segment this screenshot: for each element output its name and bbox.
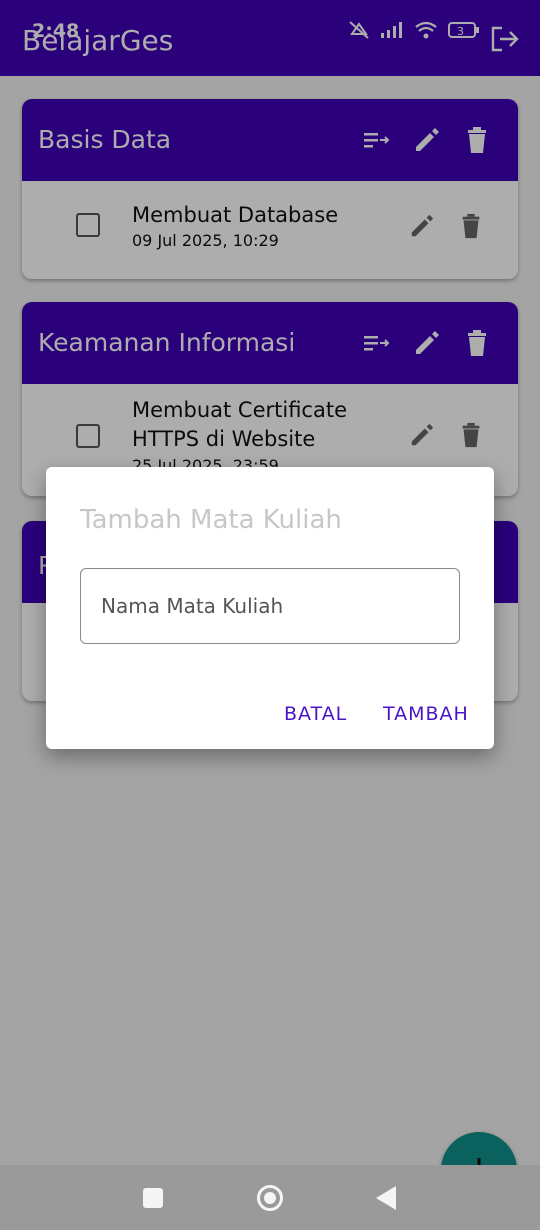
course-name-input[interactable] bbox=[80, 568, 460, 644]
add-course-dialog: Tambah Mata Kuliah BATAL TAMBAH bbox=[46, 467, 494, 749]
dialog-title: Tambah Mata Kuliah bbox=[80, 505, 342, 535]
cancel-button[interactable]: BATAL bbox=[284, 703, 347, 725]
add-button[interactable]: TAMBAH bbox=[383, 703, 469, 725]
home-button[interactable] bbox=[257, 1185, 283, 1211]
recents-button[interactable] bbox=[143, 1188, 163, 1208]
back-button[interactable] bbox=[376, 1186, 396, 1210]
